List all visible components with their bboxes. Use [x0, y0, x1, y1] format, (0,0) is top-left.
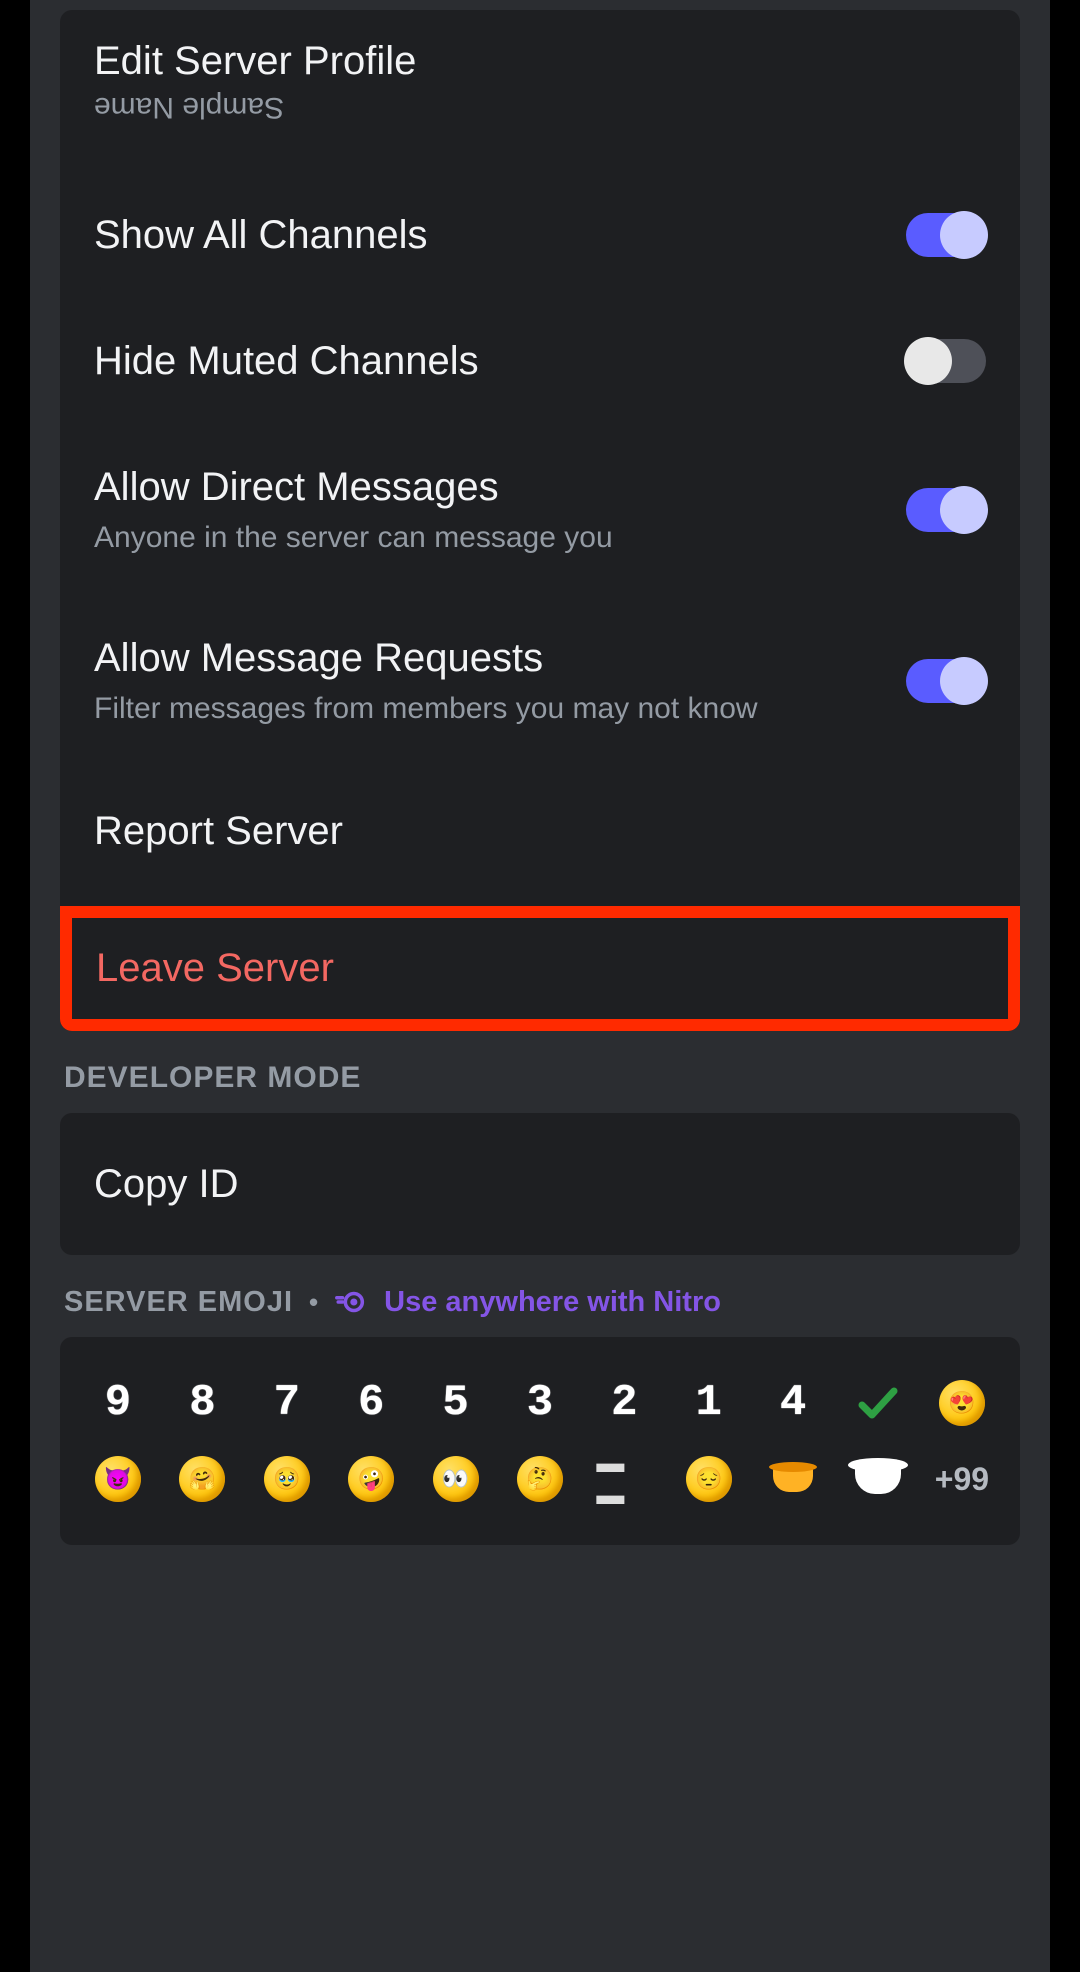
- allow-dm-sub: Anyone in the server can message you: [94, 518, 876, 557]
- emoji-shy[interactable]: 🤗: [174, 1451, 230, 1507]
- copy-id-label: Copy ID: [94, 1159, 986, 1209]
- emoji-1[interactable]: 1: [681, 1375, 737, 1431]
- allow-msg-req-sub: Filter messages from members you may not…: [94, 689, 876, 728]
- edit-profile-title: Edit Server Profile: [94, 36, 956, 86]
- emoji-teacup-white[interactable]: [850, 1451, 906, 1507]
- emoji-2[interactable]: 2: [596, 1375, 652, 1431]
- server-emoji-label: SERVER EMOJI: [64, 1286, 293, 1319]
- leave-server-title: Leave Server: [96, 946, 984, 991]
- allow-dm-toggle[interactable]: [906, 488, 986, 532]
- emoji-teacup-orange[interactable]: [765, 1451, 821, 1507]
- report-server-row[interactable]: Report Server: [60, 766, 1020, 906]
- nitro-text[interactable]: Use anywhere with Nitro: [384, 1286, 721, 1319]
- emoji-3[interactable]: 3: [512, 1375, 568, 1431]
- emoji-card: 9 8 7 6 5 3 2 1 4 😍 😈 🤗 🥹 🤪 👀 🤔 ▬ ▬ 😔: [60, 1337, 1020, 1545]
- emoji-9[interactable]: 9: [90, 1375, 146, 1431]
- edit-server-profile-row[interactable]: Edit Server Profile Sample Name: [60, 10, 1020, 172]
- emoji-hearteyes[interactable]: 😍: [934, 1375, 990, 1431]
- emoji-look[interactable]: 👀: [428, 1451, 484, 1507]
- emoji-sad[interactable]: 😔: [681, 1451, 737, 1507]
- server-emoji-header: SERVER EMOJI • Use anywhere with Nitro: [64, 1285, 1050, 1319]
- settings-card: Edit Server Profile Sample Name Show All…: [60, 10, 1020, 1031]
- leave-server-row[interactable]: Leave Server: [60, 906, 1020, 1031]
- allow-msg-req-title: Allow Message Requests: [94, 633, 876, 683]
- emoji-row-2: 😈 🤗 🥹 🤪 👀 🤔 ▬ ▬ 😔 +99: [80, 1441, 1000, 1517]
- emoji-checkmark[interactable]: [850, 1375, 906, 1431]
- emoji-7[interactable]: 7: [259, 1375, 315, 1431]
- allow-msg-req-row[interactable]: Allow Message Requests Filter messages f…: [60, 595, 1020, 766]
- show-all-channels-row[interactable]: Show All Channels: [60, 172, 1020, 298]
- separator-dot: •: [309, 1287, 318, 1318]
- emoji-goofy[interactable]: 🤪: [343, 1451, 399, 1507]
- show-all-channels-title: Show All Channels: [94, 210, 876, 260]
- emoji-4[interactable]: 4: [765, 1375, 821, 1431]
- emoji-more[interactable]: +99: [934, 1451, 990, 1507]
- report-server-title: Report Server: [94, 806, 343, 856]
- emoji-8[interactable]: 8: [174, 1375, 230, 1431]
- show-all-channels-toggle[interactable]: [906, 213, 986, 257]
- emoji-5[interactable]: 5: [428, 1375, 484, 1431]
- emoji-6[interactable]: 6: [343, 1375, 399, 1431]
- allow-dm-title: Allow Direct Messages: [94, 462, 876, 512]
- copy-id-row[interactable]: Copy ID: [60, 1113, 1020, 1255]
- edit-profile-sub: Sample Name: [94, 90, 284, 124]
- emoji-chomp[interactable]: 😈: [90, 1451, 146, 1507]
- hide-muted-toggle[interactable]: [906, 339, 986, 383]
- nitro-icon: [334, 1285, 368, 1319]
- allow-msg-req-toggle[interactable]: [906, 659, 986, 703]
- emoji-hmm[interactable]: 🤔: [512, 1451, 568, 1507]
- developer-mode-header: DEVELOPER MODE: [64, 1061, 1050, 1095]
- allow-dm-row[interactable]: Allow Direct Messages Anyone in the serv…: [60, 424, 1020, 595]
- emoji-row-1: 9 8 7 6 5 3 2 1 4 😍: [80, 1365, 1000, 1441]
- emoji-tear[interactable]: 🥹: [259, 1451, 315, 1507]
- emoji-dashes[interactable]: ▬ ▬: [596, 1451, 652, 1507]
- hide-muted-title: Hide Muted Channels: [94, 336, 876, 386]
- hide-muted-row[interactable]: Hide Muted Channels: [60, 298, 1020, 424]
